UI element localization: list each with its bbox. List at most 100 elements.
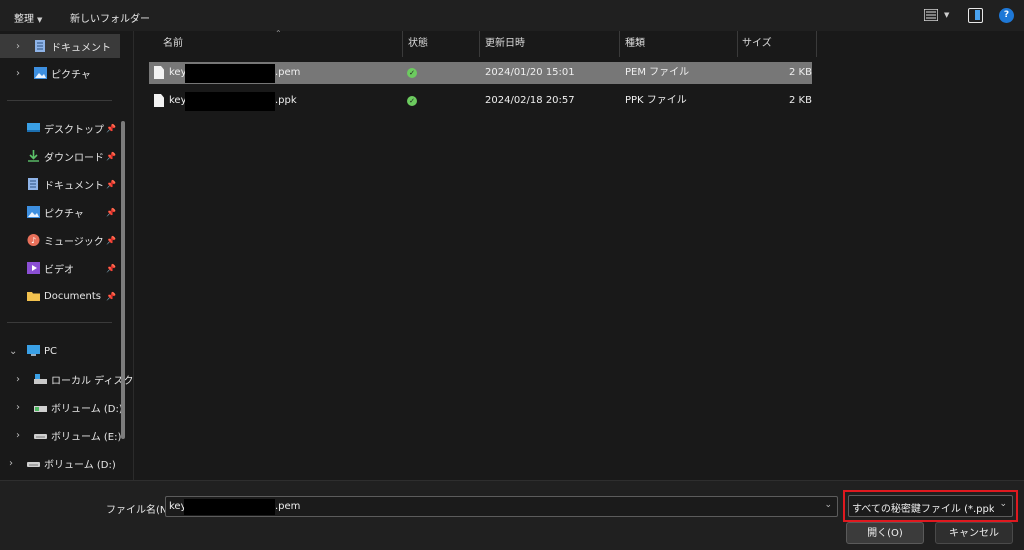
- video-icon: [27, 262, 40, 274]
- sidebar-item-label: Documents: [44, 290, 102, 302]
- sidebar-item-pictures-pinned[interactable]: ピクチャ 📌: [0, 200, 120, 224]
- svg-text:♪: ♪: [31, 236, 36, 245]
- sidebar-item-label: ピクチャ: [51, 69, 91, 81]
- sidebar-scrollbar[interactable]: [121, 121, 125, 439]
- organize-label: 整理: [14, 14, 34, 25]
- desktop-icon: [27, 123, 40, 132]
- open-button[interactable]: 開く(O): [846, 522, 924, 544]
- sidebar-item-label: ダウンロード: [44, 152, 104, 164]
- sidebar-item-desktop[interactable]: デスクトップ 📌: [0, 116, 120, 140]
- documents-icon: [28, 178, 38, 190]
- view-list-icon[interactable]: [924, 9, 938, 21]
- sidebar-item-label: ドキュメント: [51, 42, 111, 54]
- sidebar-item-label: ボリューム (E:): [51, 431, 122, 443]
- pin-icon[interactable]: 📌: [106, 208, 116, 217]
- sync-ok-icon: ✓: [407, 68, 417, 78]
- filename-input[interactable]: key .pem ⌄: [165, 496, 838, 517]
- sidebar-item-label: デスクトップ: [44, 124, 104, 136]
- organize-button[interactable]: 整理 ▼: [14, 10, 42, 25]
- file-type: PEM ファイル: [625, 67, 690, 78]
- pin-icon[interactable]: 📌: [106, 264, 116, 273]
- sidebar-item-label: ボリューム (D:): [44, 459, 116, 471]
- music-icon: ♪: [27, 234, 40, 246]
- sidebar-item-volume-d-root[interactable]: › ボリューム (D:): [0, 451, 120, 475]
- usb-drive-icon: [34, 406, 47, 412]
- column-header-status[interactable]: 状態: [408, 31, 428, 57]
- file-type: PPK ファイル: [625, 95, 687, 106]
- sidebar-item-downloads[interactable]: ダウンロード 📌: [0, 144, 120, 168]
- column-separator[interactable]: [619, 31, 620, 57]
- file-name-prefix: key: [169, 67, 187, 78]
- sidebar-item-label: ミュージック: [44, 236, 104, 248]
- sidebar-item-pictures[interactable]: › ピクチャ: [0, 61, 120, 85]
- file-size: 2 KB: [789, 67, 812, 78]
- chevron-right-icon[interactable]: ›: [16, 430, 20, 441]
- column-separator[interactable]: [816, 31, 817, 57]
- file-name-suffix: .pem: [275, 67, 301, 78]
- file-icon: [154, 94, 164, 107]
- column-separator[interactable]: [737, 31, 738, 57]
- sidebar-item-label: ピクチャ: [44, 208, 84, 220]
- pictures-icon: [27, 206, 40, 218]
- file-size: 2 KB: [789, 95, 812, 106]
- sidebar-item-label: ビデオ: [44, 264, 74, 276]
- file-name-prefix: key: [169, 95, 187, 106]
- new-folder-button[interactable]: 新しいフォルダー: [70, 10, 150, 25]
- preview-pane-icon[interactable]: [968, 8, 983, 23]
- cancel-button[interactable]: キャンセル: [935, 522, 1013, 544]
- chevron-down-icon[interactable]: ⌄: [824, 500, 832, 510]
- column-separator[interactable]: [479, 31, 480, 57]
- sidebar-item-music[interactable]: ♪ ミュージック 📌: [0, 228, 120, 252]
- sidebar-item-label: ドキュメント: [44, 180, 104, 192]
- file-row[interactable]: key .ppk ✓ 2024/02/18 20:57 PPK ファイル 2 K…: [149, 90, 812, 112]
- filename-suffix: .pem: [275, 501, 301, 512]
- filter-value: すべての秘密鍵ファイル (*.ppk;*.pem): [852, 504, 994, 515]
- sidebar-item-volume-d[interactable]: › ボリューム (D:): [0, 395, 123, 419]
- file-modified: 2024/01/20 15:01: [485, 67, 575, 78]
- dialog-footer: ファイル名(N): key .pem ⌄ すべての秘密鍵ファイル (*.ppk;…: [0, 480, 1024, 550]
- file-icon: [154, 66, 164, 79]
- chevron-right-icon[interactable]: ›: [16, 41, 20, 52]
- chevron-down-icon[interactable]: ⌄: [999, 499, 1007, 509]
- sync-ok-icon: ✓: [407, 96, 417, 106]
- help-icon[interactable]: ?: [999, 8, 1014, 23]
- sidebar-item-volume-e[interactable]: › ボリューム (E:): [0, 423, 122, 447]
- column-header-size[interactable]: サイズ: [742, 31, 772, 57]
- sidebar-item-pc[interactable]: ⌄ PC: [0, 339, 120, 363]
- column-header-modified[interactable]: 更新日時: [485, 31, 525, 57]
- drive-icon: [27, 462, 40, 467]
- pin-icon[interactable]: 📌: [106, 124, 116, 133]
- redaction-box: [185, 64, 275, 83]
- chevron-right-icon[interactable]: ›: [16, 68, 20, 79]
- pin-icon[interactable]: 📌: [106, 236, 116, 245]
- chevron-right-icon[interactable]: ›: [16, 374, 20, 385]
- documents-icon: [35, 40, 45, 52]
- column-header-type[interactable]: 種類: [625, 31, 645, 57]
- divider: [7, 100, 112, 101]
- pc-icon: [27, 345, 40, 356]
- redaction-box: [184, 499, 275, 515]
- download-icon: [28, 150, 39, 162]
- chevron-down-icon[interactable]: ⌄: [9, 346, 17, 357]
- pin-icon[interactable]: 📌: [106, 180, 116, 189]
- chevron-right-icon[interactable]: ›: [9, 458, 13, 469]
- file-list: ⌃ 名前 状態 更新日時 種類 サイズ key .pem ✓ 2024/01/2…: [134, 29, 1024, 480]
- chevron-right-icon[interactable]: ›: [16, 402, 20, 413]
- file-row[interactable]: key .pem ✓ 2024/01/20 15:01 PEM ファイル 2 K…: [149, 62, 812, 84]
- pin-icon[interactable]: 📌: [106, 292, 116, 301]
- pin-icon[interactable]: 📌: [106, 152, 116, 161]
- sidebar-item-documents-pinned[interactable]: ドキュメント 📌: [0, 172, 120, 196]
- sidebar-item-documents-folder[interactable]: Documents 📌: [0, 284, 120, 308]
- sidebar-item-local-disk[interactable]: › ローカル ディスク: [0, 367, 133, 391]
- column-separator[interactable]: [402, 31, 403, 57]
- drive-icon: [34, 434, 47, 439]
- local-disk-icon: [34, 374, 47, 384]
- sidebar-item-video[interactable]: ビデオ 📌: [0, 256, 120, 280]
- file-name-suffix: .ppk: [275, 95, 297, 106]
- view-options-chevron-icon[interactable]: ▼: [944, 11, 949, 19]
- file-modified: 2024/02/18 20:57: [485, 95, 575, 106]
- column-header-name[interactable]: 名前: [163, 31, 183, 57]
- file-type-filter-select[interactable]: すべての秘密鍵ファイル (*.ppk;*.pem) ⌄: [848, 495, 1013, 517]
- sidebar-item-documents[interactable]: › ドキュメント: [0, 34, 120, 58]
- sidebar-item-label: ボリューム (D:): [51, 403, 123, 415]
